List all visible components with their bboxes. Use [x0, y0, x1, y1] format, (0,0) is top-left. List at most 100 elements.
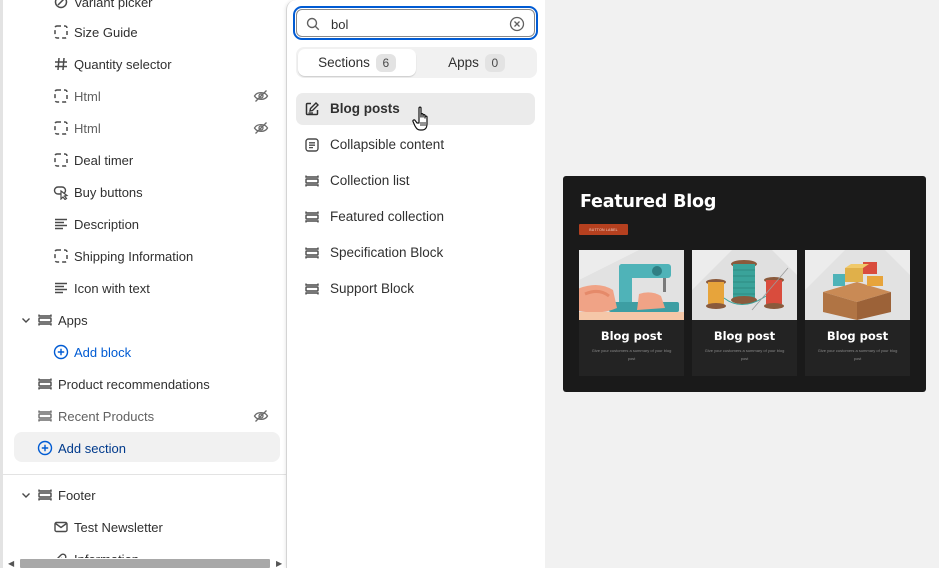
hand-pointer-cursor-icon [412, 106, 432, 132]
result-label: Featured collection [330, 209, 445, 224]
collapsible-icon [304, 137, 320, 153]
sidebar-section-label: Product recommendations [58, 376, 210, 392]
scroll-left-arrow-icon[interactable]: ◀ [8, 559, 16, 568]
result-featured-collection[interactable]: Featured collection [296, 201, 535, 233]
sidebar-item-deal-timer[interactable]: Deal timer [3, 144, 286, 176]
preview-post-title: Blog post [713, 329, 776, 343]
email-icon [53, 519, 69, 535]
block-dashed-icon [53, 248, 69, 264]
sidebar-item-label: Quantity selector [74, 56, 172, 72]
clear-search-icon[interactable] [509, 16, 525, 32]
block-dashed-icon [53, 24, 69, 40]
tab-label: Sections [318, 55, 370, 70]
preview-post-title: Blog post [600, 329, 663, 343]
sidebar-item-size-guide[interactable]: Size Guide [3, 16, 286, 48]
thread-spools-illustration [692, 250, 797, 320]
text-lines-icon [53, 216, 69, 232]
preview-title: Featured Blog [580, 192, 717, 212]
tab-apps[interactable]: Apps 0 [418, 49, 535, 76]
sidebar-item-label: Test Newsletter [74, 519, 163, 535]
sidebar-item-label: Variant picker [74, 0, 153, 10]
sidebar-item-label: Html [74, 88, 101, 104]
section-icon [37, 376, 53, 392]
sidebar-item-label: Html [74, 120, 101, 136]
search-icon [306, 17, 320, 31]
eye-hidden-icon[interactable] [253, 120, 269, 136]
sidebar-item-icon-with-text[interactable]: Icon with text [3, 272, 286, 304]
block-dashed-icon [53, 88, 69, 104]
result-label: Specification Block [330, 245, 444, 260]
sidebar-group-label: Apps [58, 312, 88, 328]
result-support-block[interactable]: Support Block [296, 273, 535, 305]
sewing-machine-illustration [579, 250, 684, 320]
preview-blog-card: Blog post Give your customers a summary … [805, 250, 910, 376]
section-preview-card: Featured Blog BUTTON LABEL Blog post Giv… [563, 176, 926, 392]
sidebar-item-buy-buttons[interactable]: Buy buttons [3, 176, 286, 208]
result-label: Support Block [330, 281, 415, 296]
sidebar-section-product-recommendations[interactable]: Product recommendations [3, 368, 286, 400]
add-block-button[interactable]: Add block [3, 336, 286, 368]
tab-sections[interactable]: Sections 6 [298, 49, 416, 76]
search-field[interactable] [293, 6, 538, 40]
sidebar-item-label: Buy buttons [74, 184, 143, 200]
add-section-button[interactable]: Add section [3, 432, 286, 464]
preview-blog-card: Blog post Give your customers a summary … [692, 250, 797, 376]
sidebar-divider [3, 474, 286, 475]
blog-edit-icon [304, 101, 320, 117]
preview-post-desc: Give your customers a summary of your bl… [817, 348, 898, 361]
add-block-label: Add block [74, 344, 132, 360]
section-icon [304, 245, 320, 261]
result-collapsible-content[interactable]: Collapsible content [296, 129, 535, 161]
sidebar-group-apps[interactable]: Apps [3, 304, 286, 336]
result-label: Collection list [330, 173, 410, 188]
search-input[interactable] [331, 14, 501, 34]
preview-button: BUTTON LABEL [579, 224, 628, 235]
section-icon [37, 312, 53, 328]
sidebar-item-label: Icon with text [74, 280, 150, 296]
sidebar-item-label: Size Guide [74, 24, 138, 40]
result-specification-block[interactable]: Specification Block [296, 237, 535, 269]
sidebar-group-footer[interactable]: Footer [3, 479, 286, 511]
search-box[interactable] [296, 9, 535, 37]
sidebar-section-recent-products[interactable]: Recent Products [3, 400, 286, 432]
scroll-right-arrow-icon[interactable]: ▶ [276, 559, 284, 568]
preview-blog-card: Blog post Give your customers a summary … [579, 250, 684, 376]
sidebar-item-label: Description [74, 216, 140, 232]
preview-post-desc: Give your customers a summary of your bl… [704, 348, 785, 361]
result-collection-list[interactable]: Collection list [296, 165, 535, 197]
scrollbar-thumb[interactable] [20, 559, 270, 568]
block-dashed-icon [53, 120, 69, 136]
sidebar-item-shipping-information[interactable]: Shipping Information [3, 240, 286, 272]
tab-count-badge: 6 [375, 53, 396, 72]
boxes-illustration [805, 250, 910, 320]
preview-post-title: Blog post [826, 329, 889, 343]
sidebar-section-label: Recent Products [58, 408, 155, 424]
sidebar-item-quantity-selector[interactable]: Quantity selector [3, 48, 286, 80]
section-icon [304, 209, 320, 225]
tab-bar: Sections 6 Apps 0 [296, 47, 537, 78]
sidebar-item-html[interactable]: Html [3, 112, 286, 144]
tab-count-badge: 0 [484, 53, 505, 72]
section-icon [37, 487, 53, 503]
sidebar-group-label: Footer [58, 487, 96, 503]
plus-circle-icon [53, 344, 69, 360]
preview-post-desc: Give your customers a summary of your bl… [591, 348, 672, 361]
section-icon [304, 173, 320, 189]
section-icon [37, 408, 53, 424]
chevron-down-icon[interactable] [19, 313, 33, 327]
variant-picker-icon [53, 0, 69, 10]
section-icon [304, 281, 320, 297]
sidebar-item-description[interactable]: Description [3, 208, 286, 240]
eye-hidden-icon[interactable] [253, 88, 269, 104]
sidebar-item-test-newsletter[interactable]: Test Newsletter [3, 511, 286, 543]
chevron-down-icon[interactable] [19, 488, 33, 502]
result-label: Blog posts [330, 101, 400, 116]
block-dashed-icon [53, 152, 69, 168]
sidebar-item-label: Shipping Information [74, 248, 194, 264]
result-label: Collapsible content [330, 137, 445, 152]
hash-icon [53, 56, 69, 72]
sidebar-item-label: Deal timer [74, 152, 134, 168]
sidebar-item-html[interactable]: Html [3, 80, 286, 112]
plus-circle-icon [37, 440, 53, 456]
eye-hidden-icon[interactable] [253, 408, 269, 424]
